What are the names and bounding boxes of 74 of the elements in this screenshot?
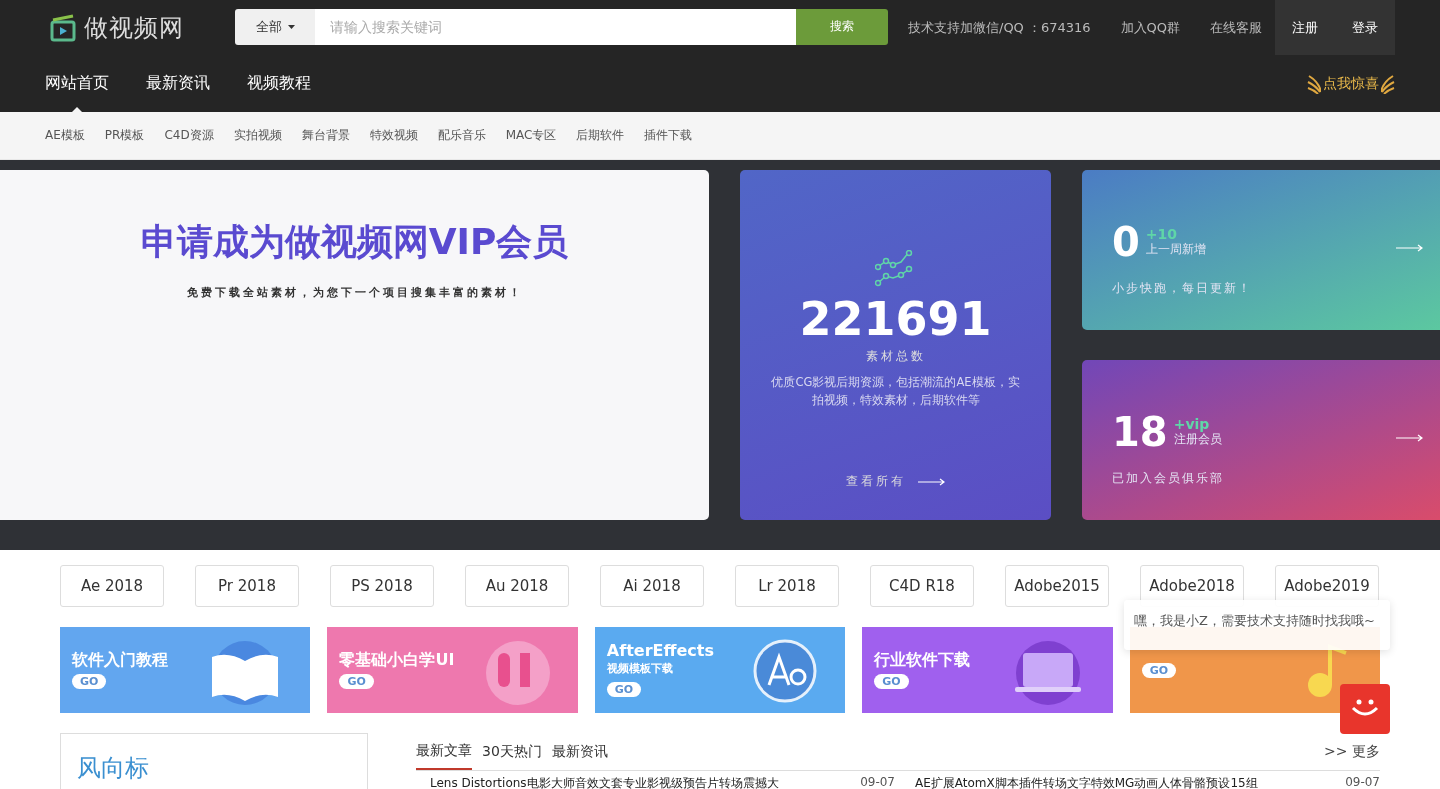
- wing-icon: [1307, 73, 1321, 94]
- article-tab[interactable]: 30天热门: [482, 733, 542, 770]
- article-tab[interactable]: 最新资讯: [551, 733, 608, 770]
- banner-subtitle: 视频模板下载: [606, 661, 674, 676]
- vip-subtitle: 免费下载全站素材，为您下一个项目搜集丰富的素材！: [186, 285, 523, 300]
- article-date: 09-07: [1345, 775, 1380, 789]
- software-tag[interactable]: Adobe2015: [1005, 565, 1109, 607]
- promo-link[interactable]: 点我惊喜: [1307, 73, 1395, 94]
- category-link[interactable]: AE模板: [45, 127, 85, 144]
- search-field[interactable]: 请输入搜索关键词: [315, 8, 796, 45]
- banner-title: AfterEffects: [606, 643, 715, 659]
- auth-link[interactable]: 注册: [1275, 0, 1335, 55]
- more-link[interactable]: >> 更多: [1324, 742, 1380, 761]
- stat-caption: 注册会员: [1173, 431, 1222, 448]
- auth-link[interactable]: 登录: [1335, 0, 1395, 55]
- software-tag[interactable]: Ai 2018: [600, 565, 704, 607]
- category-link[interactable]: 实拍视频: [233, 127, 282, 144]
- promo-banner[interactable]: 行业软件下载 GO: [862, 627, 1113, 713]
- banner-title: 软件入门教程: [72, 651, 169, 668]
- stat-delta: +10: [1145, 226, 1179, 241]
- film-clapper-logo-icon: [50, 13, 76, 42]
- category-link[interactable]: 特效视频: [369, 127, 418, 144]
- search-scope-dropdown[interactable]: 全部: [235, 8, 315, 45]
- stat-delta: +vip: [1173, 416, 1211, 431]
- nav-item[interactable]: 最新资讯: [146, 55, 210, 112]
- nav-item[interactable]: 网站首页: [45, 55, 109, 112]
- header-link[interactable]: 加入QQ群: [1120, 18, 1181, 37]
- stat-note: 已加入会员俱乐部: [1112, 470, 1225, 487]
- category-link[interactable]: 插件下载: [644, 127, 693, 144]
- total-label: 素材总数: [865, 348, 926, 365]
- banner-title: 零基础小白学UI: [339, 651, 456, 668]
- header-link[interactable]: 技术支持加微信/QQ ：674316: [908, 18, 1091, 37]
- view-all-link[interactable]: 查看所有: [845, 473, 946, 490]
- vip-title: 申请成为做视频网VIP会员: [140, 220, 569, 264]
- software-tag[interactable]: Ae 2018: [60, 565, 164, 607]
- go-label: GO: [72, 673, 107, 689]
- software-tag[interactable]: C4D R18: [870, 565, 974, 607]
- go-label: GO: [339, 673, 374, 689]
- go-label: GO: [874, 673, 909, 689]
- stat-caption: 上一周新增: [1145, 240, 1206, 258]
- smiley-icon: [1350, 697, 1380, 718]
- category-link[interactable]: 配乐音乐: [437, 127, 486, 144]
- software-tag[interactable]: Pr 2018: [195, 565, 299, 607]
- total-count: 221691: [799, 292, 992, 346]
- chat-bot-button[interactable]: [1340, 684, 1390, 734]
- category-link[interactable]: C4D资源: [164, 127, 214, 144]
- category-link[interactable]: 后期软件: [576, 127, 625, 144]
- arrow-icon: [1396, 434, 1424, 442]
- software-tag[interactable]: PS 2018: [330, 565, 434, 607]
- wing-icon: [1381, 73, 1395, 94]
- software-tag[interactable]: Au 2018: [465, 565, 569, 607]
- nav-item[interactable]: 视频教程: [247, 55, 311, 112]
- software-tag[interactable]: Lr 2018: [735, 565, 839, 607]
- category-link[interactable]: MAC专区: [505, 127, 557, 144]
- caret-icon: [287, 24, 295, 29]
- header-link[interactable]: 在线客服: [1210, 18, 1263, 37]
- article-link[interactable]: AE扩展AtomX脚本插件转场文字特效MG动画人体骨骼预设15组: [915, 775, 1258, 789]
- article-tab[interactable]: 最新文章: [416, 733, 472, 770]
- panel-title: 风向标: [77, 753, 150, 784]
- arrow-icon: [1396, 244, 1424, 252]
- go-label: GO: [1141, 662, 1176, 678]
- go-label: GO: [606, 682, 642, 697]
- category-link[interactable]: 舞台背景: [301, 127, 350, 144]
- total-description: 优质CG影视后期资源，包括潮流的AE模板，实拍视频，特效素材，后期软件等: [770, 374, 1021, 409]
- banner-title: 行业软件下载: [874, 651, 972, 668]
- chat-tooltip: 嘿，我是小Z，需要技术支持随时找我哦~: [1124, 600, 1390, 650]
- logo-text: 做视频网: [84, 12, 184, 44]
- stat-number: 0: [1112, 222, 1140, 262]
- category-link[interactable]: PR模板: [104, 127, 145, 144]
- arrow-icon: [917, 477, 946, 486]
- article-link[interactable]: Lens Distortions电影大师音效文套专业影视级预告片转场震撼大: [430, 775, 779, 789]
- stat-note: 小步快跑，每日更新！: [1112, 280, 1253, 297]
- stat-number: 18: [1112, 412, 1168, 452]
- article-date: 09-07: [860, 775, 895, 789]
